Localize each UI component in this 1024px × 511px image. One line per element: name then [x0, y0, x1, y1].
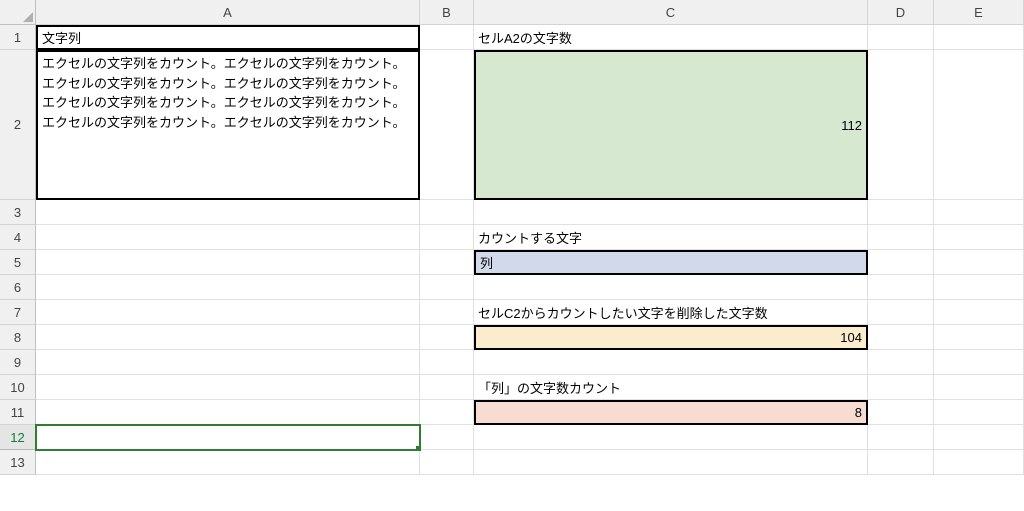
cell-C10[interactable]: 「列」の文字数カウント — [474, 375, 868, 400]
cell-D10[interactable] — [868, 375, 934, 400]
cell-C1[interactable]: セルA2の文字数 — [474, 25, 868, 50]
cell-D11[interactable] — [868, 400, 934, 425]
cell-D5[interactable] — [868, 250, 934, 275]
row-header-12[interactable]: 12 — [0, 425, 36, 450]
select-all-corner[interactable] — [0, 0, 36, 25]
cell-B8[interactable] — [420, 325, 474, 350]
cell-E1[interactable] — [934, 25, 1024, 50]
cell-A11[interactable] — [36, 400, 420, 425]
cell-A3[interactable] — [36, 200, 420, 225]
row-header-8[interactable]: 8 — [0, 325, 36, 350]
cell-B2[interactable] — [420, 50, 474, 200]
cell-E8[interactable] — [934, 325, 1024, 350]
cell-C5[interactable]: 列 — [474, 250, 868, 275]
cell-D4[interactable] — [868, 225, 934, 250]
row-header-5[interactable]: 5 — [0, 250, 36, 275]
cell-A1[interactable]: 文字列 — [36, 25, 420, 50]
col-header-B[interactable]: B — [420, 0, 474, 25]
col-header-A[interactable]: A — [36, 0, 420, 25]
cell-A6[interactable] — [36, 275, 420, 300]
cell-A4[interactable] — [36, 225, 420, 250]
cell-A9[interactable] — [36, 350, 420, 375]
cell-A12[interactable] — [36, 425, 420, 450]
row-header-9[interactable]: 9 — [0, 350, 36, 375]
cell-B4[interactable] — [420, 225, 474, 250]
cell-D12[interactable] — [868, 425, 934, 450]
cell-E5[interactable] — [934, 250, 1024, 275]
cell-A5[interactable] — [36, 250, 420, 275]
cell-B9[interactable] — [420, 350, 474, 375]
cell-C4[interactable]: カウントする文字 — [474, 225, 868, 250]
row-header-13[interactable]: 13 — [0, 450, 36, 475]
cell-C3[interactable] — [474, 200, 868, 225]
cell-B13[interactable] — [420, 450, 474, 475]
cell-E4[interactable] — [934, 225, 1024, 250]
cell-B7[interactable] — [420, 300, 474, 325]
row-header-2[interactable]: 2 — [0, 50, 36, 200]
col-header-C[interactable]: C — [474, 0, 868, 25]
cell-D6[interactable] — [868, 275, 934, 300]
row-header-10[interactable]: 10 — [0, 375, 36, 400]
cell-E9[interactable] — [934, 350, 1024, 375]
cell-B3[interactable] — [420, 200, 474, 225]
col-header-E[interactable]: E — [934, 0, 1024, 25]
cell-A13[interactable] — [36, 450, 420, 475]
cell-E12[interactable] — [934, 425, 1024, 450]
cell-E13[interactable] — [934, 450, 1024, 475]
cell-C2[interactable]: 112 — [474, 50, 868, 200]
cell-B12[interactable] — [420, 425, 474, 450]
cell-D1[interactable] — [868, 25, 934, 50]
cell-C8[interactable]: 104 — [474, 325, 868, 350]
spreadsheet-grid[interactable]: A B C D E 1 文字列 セルA2の文字数 2 エクセルの文字列をカウント… — [0, 0, 1024, 475]
cell-A10[interactable] — [36, 375, 420, 400]
cell-C11[interactable]: 8 — [474, 400, 868, 425]
cell-B6[interactable] — [420, 275, 474, 300]
row-header-4[interactable]: 4 — [0, 225, 36, 250]
row-header-3[interactable]: 3 — [0, 200, 36, 225]
cell-D3[interactable] — [868, 200, 934, 225]
cell-D2[interactable] — [868, 50, 934, 200]
cell-E6[interactable] — [934, 275, 1024, 300]
cell-A8[interactable] — [36, 325, 420, 350]
cell-A2[interactable]: エクセルの文字列をカウント。エクセルの文字列をカウント。エクセルの文字列をカウン… — [36, 50, 420, 200]
row-header-6[interactable]: 6 — [0, 275, 36, 300]
row-header-1[interactable]: 1 — [0, 25, 36, 50]
cell-C6[interactable] — [474, 275, 868, 300]
cell-E2[interactable] — [934, 50, 1024, 200]
cell-D7[interactable] — [868, 300, 934, 325]
cell-B11[interactable] — [420, 400, 474, 425]
col-header-D[interactable]: D — [868, 0, 934, 25]
cell-A7[interactable] — [36, 300, 420, 325]
cell-E11[interactable] — [934, 400, 1024, 425]
cell-C12[interactable] — [474, 425, 868, 450]
cell-D9[interactable] — [868, 350, 934, 375]
cell-E10[interactable] — [934, 375, 1024, 400]
cell-B5[interactable] — [420, 250, 474, 275]
cell-C7[interactable]: セルC2からカウントしたい文字を削除した文字数 — [474, 300, 868, 325]
cell-D8[interactable] — [868, 325, 934, 350]
cell-E3[interactable] — [934, 200, 1024, 225]
cell-B10[interactable] — [420, 375, 474, 400]
cell-D13[interactable] — [868, 450, 934, 475]
cell-B1[interactable] — [420, 25, 474, 50]
cell-C9[interactable] — [474, 350, 868, 375]
row-header-7[interactable]: 7 — [0, 300, 36, 325]
cell-E7[interactable] — [934, 300, 1024, 325]
row-header-11[interactable]: 11 — [0, 400, 36, 425]
cell-C13[interactable] — [474, 450, 868, 475]
